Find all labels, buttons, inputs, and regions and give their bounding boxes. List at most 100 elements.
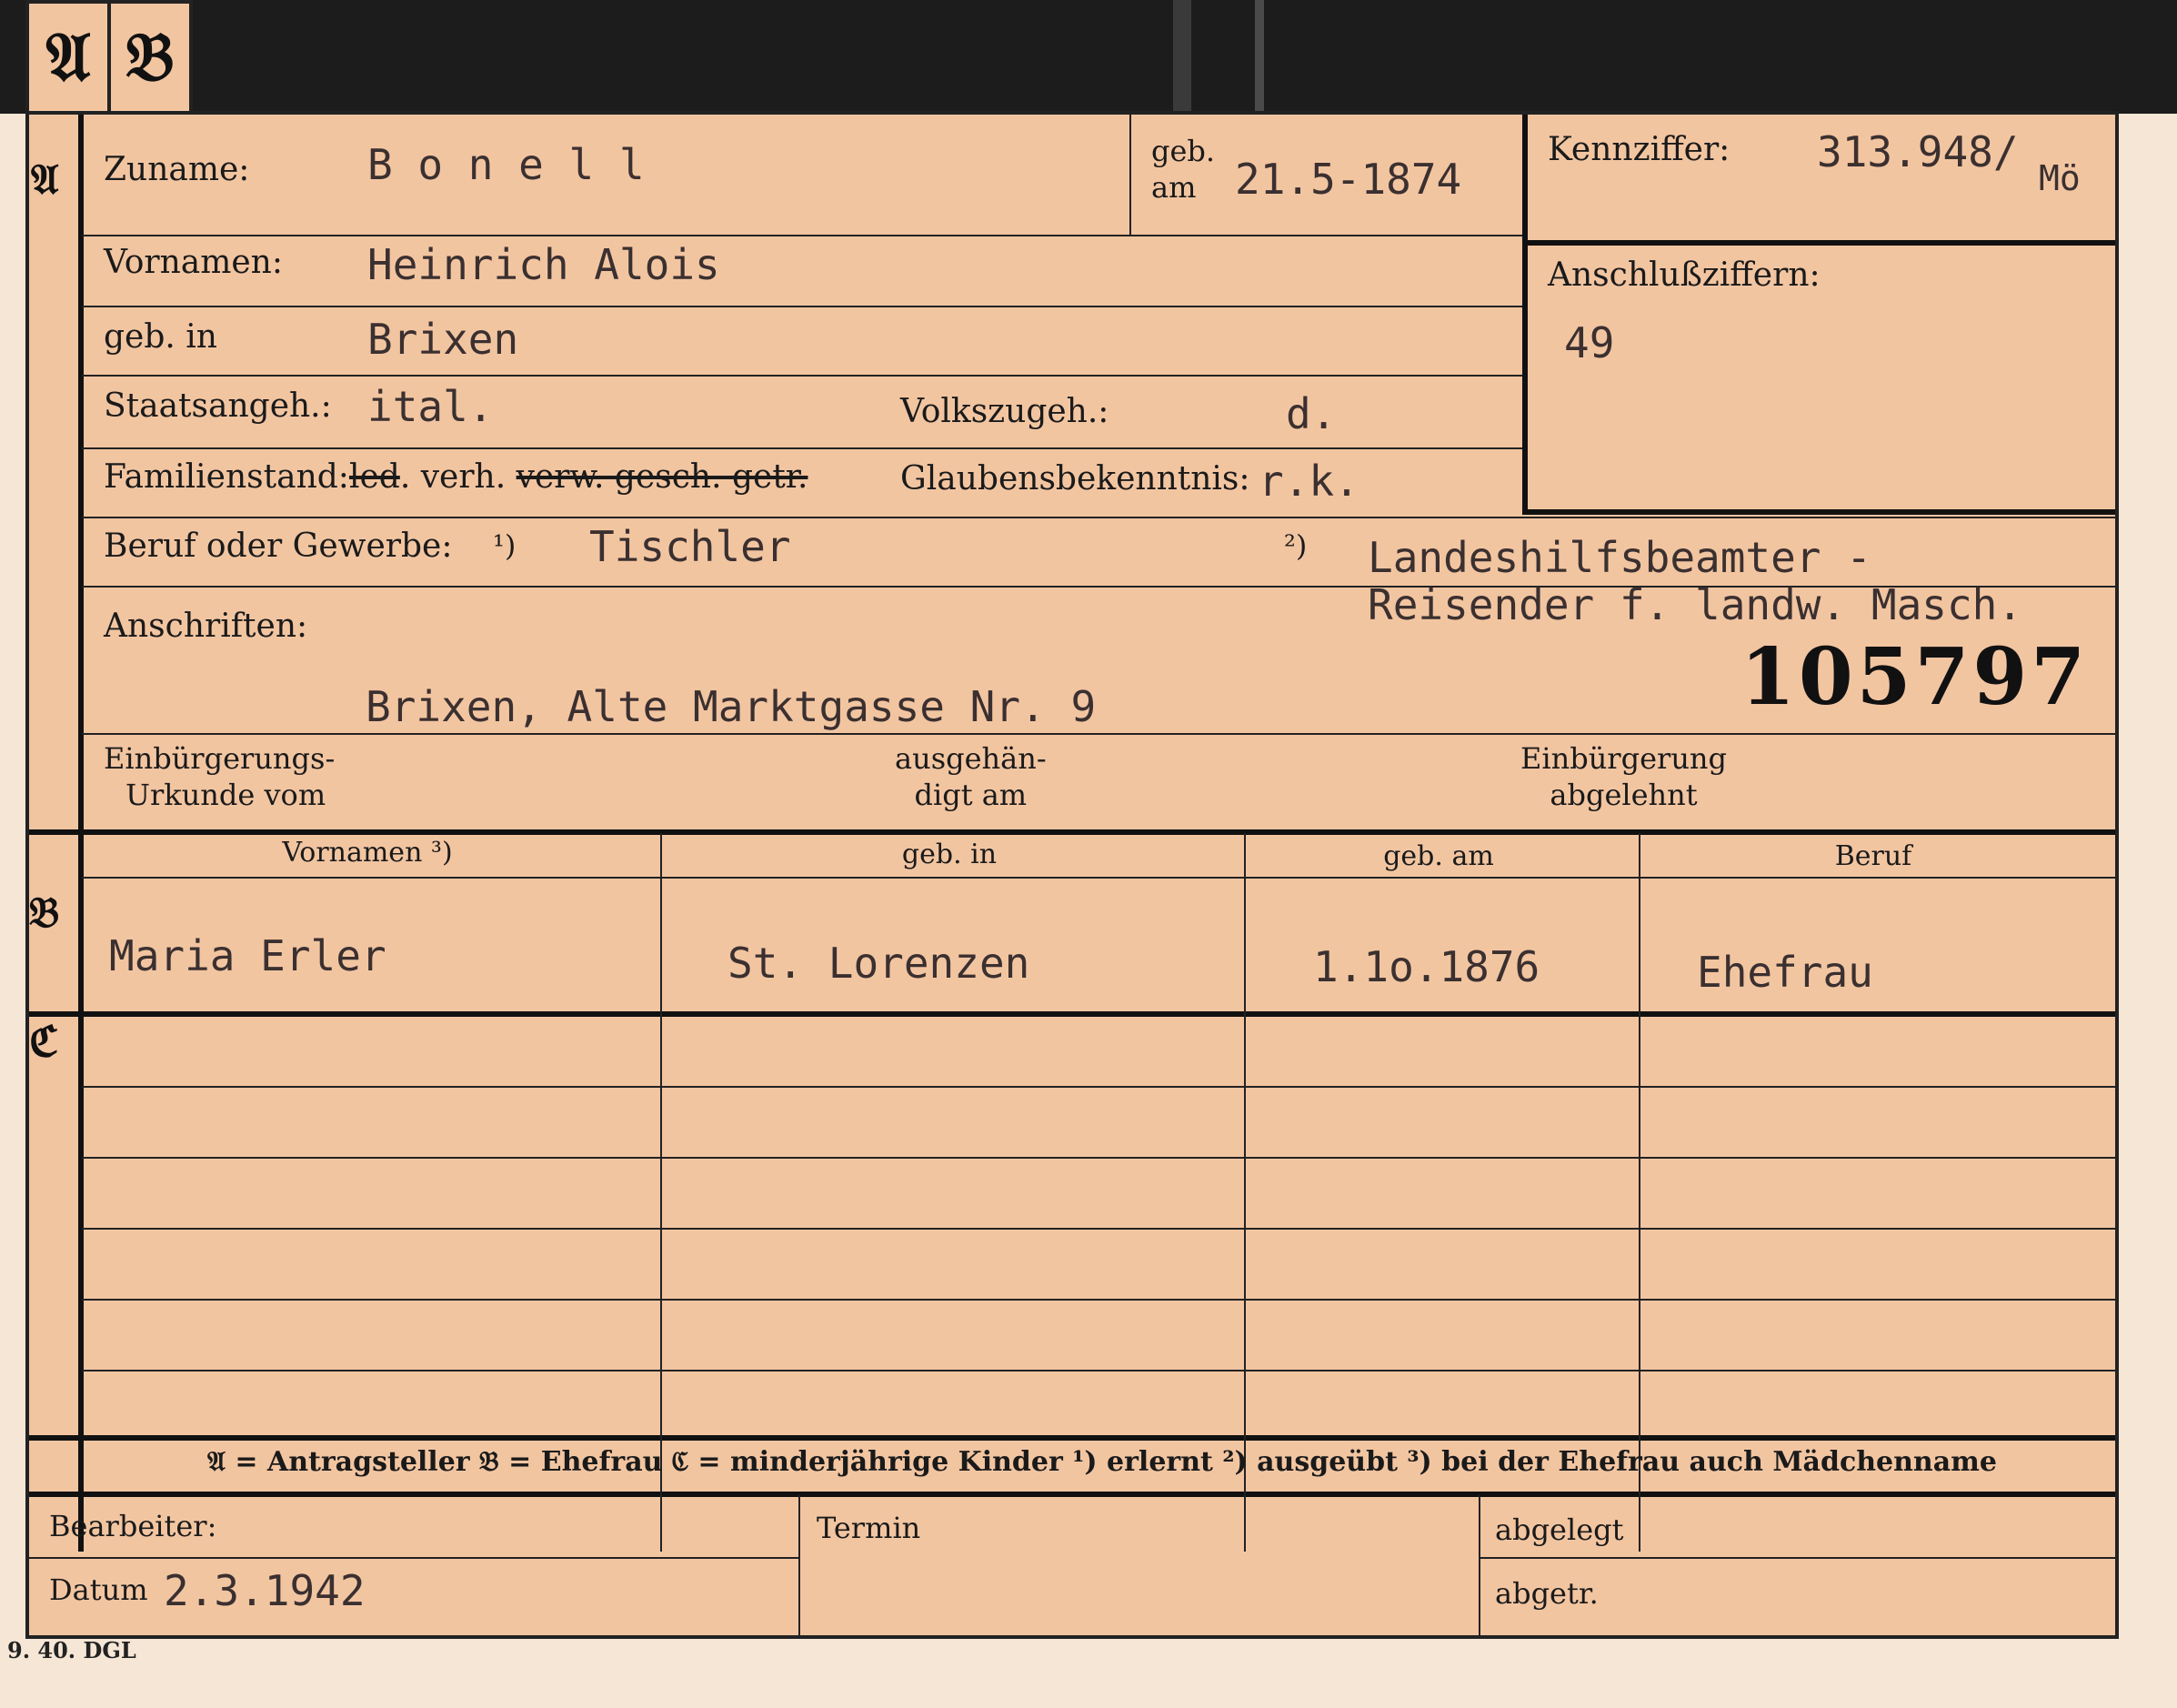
col-header-geb-am: geb. am [1383, 840, 1494, 872]
einbuergerungsurkunde-label-line2: Urkunde vom [125, 778, 326, 812]
divider [1522, 509, 2115, 515]
divider [1522, 115, 1528, 515]
kennziffer-value: 313.948/ [1817, 127, 2019, 176]
divider [1639, 833, 1640, 1552]
footer-code: 9. 40. DGL [7, 1637, 136, 1663]
termin-label: Termin [817, 1511, 921, 1545]
scan-background [0, 0, 2177, 114]
kennziffer-label: Kennziffer: [1548, 131, 1731, 168]
divider [29, 1557, 798, 1559]
einbuergerung-abgelehnt-label-line2: abgelehnt [1550, 778, 1698, 812]
ausgehaendigt-label-line1: ausgehän- [895, 741, 1047, 776]
section-letter-a: 𝔄 [31, 155, 59, 204]
stamp-number: 105797 [1741, 631, 2090, 723]
familienstand-struck-rest: verw. gesch. getr. [516, 458, 808, 496]
ehefrau-geb-in: St. Lorenzen [727, 939, 1030, 988]
glaubensbekenntnis-label: Glaubensbekenntnis: [900, 460, 1250, 497]
scan-artifact [1255, 0, 1264, 114]
divider [82, 1299, 2115, 1301]
vornamen-label: Vornamen: [104, 244, 283, 281]
registration-card [25, 111, 2119, 1639]
divider [82, 877, 2115, 879]
col-header-geb-in: geb. in [901, 839, 998, 870]
geb-in-label: geb. in [104, 318, 217, 356]
zuname-value: B o n e l l [367, 140, 645, 189]
ehefrau-vornamen: Maria Erler [109, 931, 386, 980]
anschrift-value: Brixen, Alte Marktgasse Nr. 9 [366, 682, 1097, 731]
familienstand-struck-led: led [348, 458, 400, 496]
staatsangeh-label: Staatsangeh.: [104, 387, 332, 425]
ausgehaendigt-label: ausgehän- digt am [895, 740, 1047, 813]
ehefrau-geb-am: 1.1o.1876 [1313, 942, 1540, 991]
staatsangeh-value: ital. [367, 382, 494, 431]
divider [82, 235, 1522, 236]
divider [82, 375, 1522, 377]
zuname-label: Zuname: [104, 151, 250, 188]
col-header-vornamen: Vornamen ³) [282, 837, 453, 869]
anschlussziffern-label: Anschlußziffern: [1548, 256, 1821, 294]
volkszugeh-value: d. [1286, 389, 1337, 438]
divider [82, 1228, 2115, 1230]
familienstand-verh: . verh. [399, 458, 517, 496]
ehefrau-beruf: Ehefrau [1697, 948, 1873, 997]
einbuergerungsurkunde-label: Einbürgerungs- Urkunde vom [104, 740, 335, 813]
familienstand-prefix: Familienstand: [104, 458, 349, 496]
divider [82, 447, 1522, 449]
col-header-beruf: Beruf [1834, 840, 1912, 872]
einbuergerung-abgelehnt-label-line1: Einbürgerung [1520, 741, 1728, 776]
legend: 𝔄 = Antragsteller 𝔅 = Ehefrau ℭ = minder… [207, 1446, 1998, 1478]
divider [82, 733, 2115, 735]
glaubensbekenntnis-value: r.k. [1259, 457, 1359, 506]
divider [660, 833, 662, 1552]
geb-am-label-line1: geb. [1151, 134, 1216, 168]
beruf-2-value-line1: Landeshilfsbeamter - [1368, 533, 1871, 582]
ausgehaendigt-label-line2: digt am [914, 778, 1028, 812]
tab-b-label: 𝔅 [125, 18, 175, 96]
divider [82, 1086, 2115, 1088]
geb-am-label-line2: am [1151, 170, 1197, 205]
tab-a-label: 𝔄 [45, 18, 91, 96]
abgelegt-label: abgelegt [1495, 1512, 1624, 1547]
divider [82, 517, 2115, 518]
divider [82, 1370, 2115, 1371]
divider [29, 829, 2115, 835]
beruf-2-value-line2: Reisender f. landw. Masch. [1368, 580, 2023, 629]
geb-in-value: Brixen [367, 315, 519, 364]
beruf-note-1: ¹) [493, 528, 517, 563]
section-letter-b: 𝔅 [29, 888, 60, 937]
geb-am-label: geb. am [1151, 133, 1215, 206]
beruf-label: Beruf oder Gewerbe: [104, 527, 453, 565]
abgetr-label: abgetr. [1495, 1576, 1599, 1611]
anschriften-label: Anschriften: [104, 608, 308, 645]
familienstand-label: Familienstand:led. verh. verw. gesch. ge… [104, 458, 808, 496]
geb-am-value: 21.5-1874 [1235, 155, 1462, 204]
vornamen-value: Heinrich Alois [367, 240, 720, 289]
divider [1244, 833, 1246, 1552]
divider [1479, 1495, 1480, 1637]
volkszugeh-label: Volkszugeh.: [900, 393, 1109, 430]
divider [29, 1435, 2115, 1441]
divider [1129, 115, 1131, 235]
einbuergerung-abgelehnt-label: Einbürgerung abgelehnt [1520, 740, 1727, 813]
divider [29, 1492, 2115, 1497]
einbuergerungsurkunde-label-line1: Einbürgerungs- [104, 741, 336, 776]
divider [1522, 240, 2115, 246]
beruf-note-2: ²) [1284, 528, 1308, 563]
bearbeiter-label: Bearbeiter: [49, 1509, 217, 1543]
tab-a[interactable]: 𝔄 [25, 0, 111, 111]
scan-artifact [1173, 0, 1191, 114]
divider [78, 115, 84, 833]
divider [82, 306, 1522, 307]
section-letter-c: ℭ [29, 1017, 59, 1066]
kennziffer-suffix: Mö [2039, 158, 2081, 198]
divider [78, 833, 84, 1552]
divider [1479, 1557, 2115, 1559]
divider [29, 1011, 2115, 1017]
divider [82, 1157, 2115, 1159]
datum-value: 2.3.1942 [164, 1566, 366, 1615]
datum-label: Datum [49, 1572, 148, 1607]
anschlussziffern-value: 49 [1564, 318, 1615, 367]
beruf-1-value: Tischler [589, 522, 791, 571]
divider [798, 1495, 800, 1637]
tab-b[interactable]: 𝔅 [107, 0, 193, 111]
